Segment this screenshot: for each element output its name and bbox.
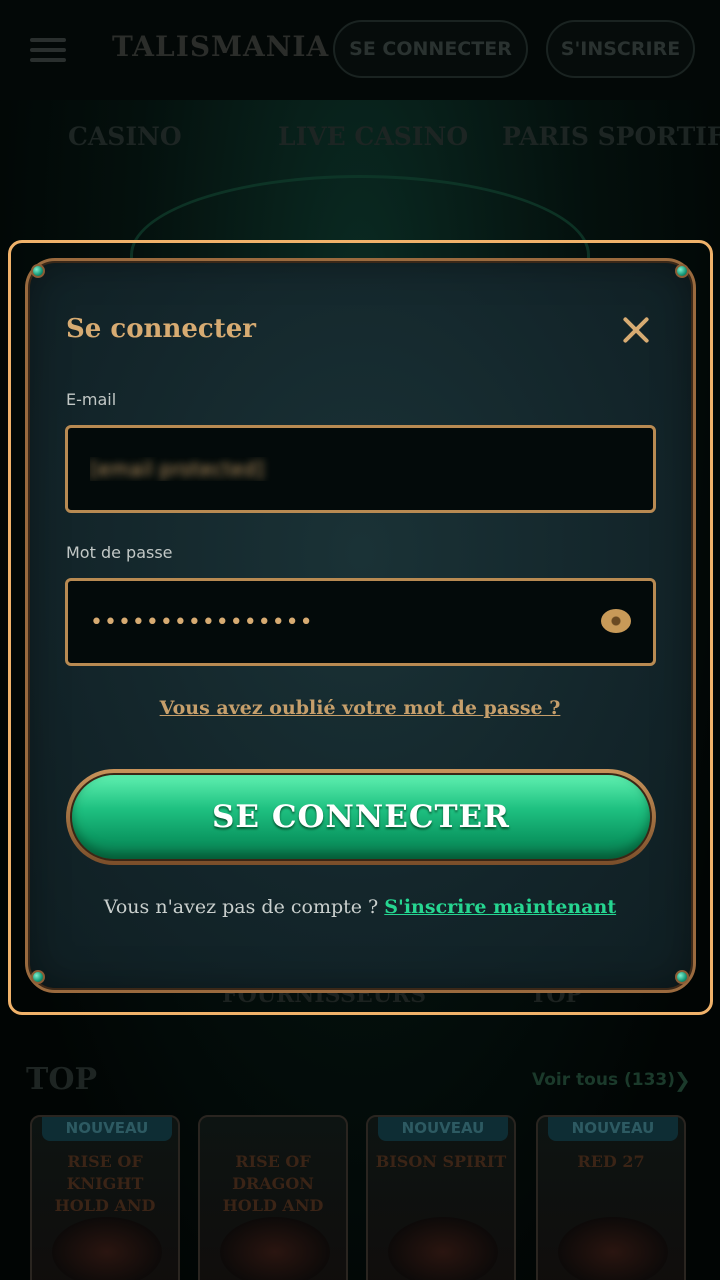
corner-gem-icon xyxy=(31,264,45,278)
game-art xyxy=(388,1217,498,1280)
new-badge: NOUVEAU xyxy=(42,1117,172,1141)
new-badge: NOUVEAU xyxy=(548,1117,678,1141)
close-icon[interactable] xyxy=(618,312,654,348)
email-field[interactable] xyxy=(90,428,590,510)
submit-button-frame: SE CONNECTER xyxy=(66,769,656,865)
login-submit-label: SE CONNECTER xyxy=(212,799,510,835)
header-signup-button[interactable]: S'INSCRIRE xyxy=(546,20,695,78)
top-bar: TALISMANIA SE CONNECTER S'INSCRIRE xyxy=(0,0,720,100)
game-card[interactable]: NOUVEAU BISON SPIRIT xyxy=(366,1115,516,1280)
signup-prompt: Vous n'avez pas de compte ? S'inscrire m… xyxy=(0,896,720,918)
see-all-link[interactable]: Voir tous (133) xyxy=(532,1070,675,1090)
main-nav: CASINO LIVE CASINO PARIS SPORTIFS xyxy=(0,108,720,170)
corner-gem-icon xyxy=(675,970,689,984)
password-field[interactable] xyxy=(90,581,590,663)
game-art xyxy=(220,1217,330,1280)
login-submit-button[interactable]: SE CONNECTER xyxy=(70,773,652,861)
show-password-eye-icon[interactable] xyxy=(601,609,631,633)
password-label: Mot de passe xyxy=(66,543,173,562)
forgot-password-row: Vous avez oublié votre mot de passe ? xyxy=(0,697,720,719)
game-card[interactable]: NOUVEAU RED 27 xyxy=(536,1115,686,1280)
password-field-box xyxy=(65,578,656,666)
email-label: E-mail xyxy=(66,390,117,409)
header-login-button[interactable]: SE CONNECTER xyxy=(333,20,528,78)
game-card[interactable]: RISE OF DRAGON HOLD AND WIN xyxy=(198,1115,348,1280)
signup-now-link[interactable]: S'inscrire maintenant xyxy=(384,896,616,918)
nav-tab-casino[interactable]: CASINO xyxy=(68,122,182,151)
no-account-text: Vous n'avez pas de compte ? xyxy=(103,896,379,918)
email-field-box xyxy=(65,425,656,513)
site-logo[interactable]: TALISMANIA xyxy=(112,30,329,63)
new-badge: NOUVEAU xyxy=(378,1117,508,1141)
nav-tab-sports-betting[interactable]: PARIS SPORTIFS xyxy=(502,122,720,151)
forgot-password-link[interactable]: Vous avez oublié votre mot de passe ? xyxy=(160,697,561,719)
corner-gem-icon xyxy=(675,264,689,278)
game-art xyxy=(52,1217,162,1280)
hamburger-menu-icon[interactable] xyxy=(30,38,66,62)
nav-tab-live-casino[interactable]: LIVE CASINO xyxy=(278,122,468,151)
modal-title: Se connecter xyxy=(66,314,256,344)
chevron-right-icon[interactable]: ❯ xyxy=(674,1068,691,1092)
corner-gem-icon xyxy=(31,970,45,984)
section-title: TOP xyxy=(26,1062,98,1097)
game-art xyxy=(558,1217,668,1280)
game-card[interactable]: NOUVEAU RISE OF KNIGHT HOLD AND WIN xyxy=(30,1115,180,1280)
game-title: BISON SPIRIT xyxy=(375,1152,507,1171)
game-title: RED 27 xyxy=(577,1152,645,1171)
